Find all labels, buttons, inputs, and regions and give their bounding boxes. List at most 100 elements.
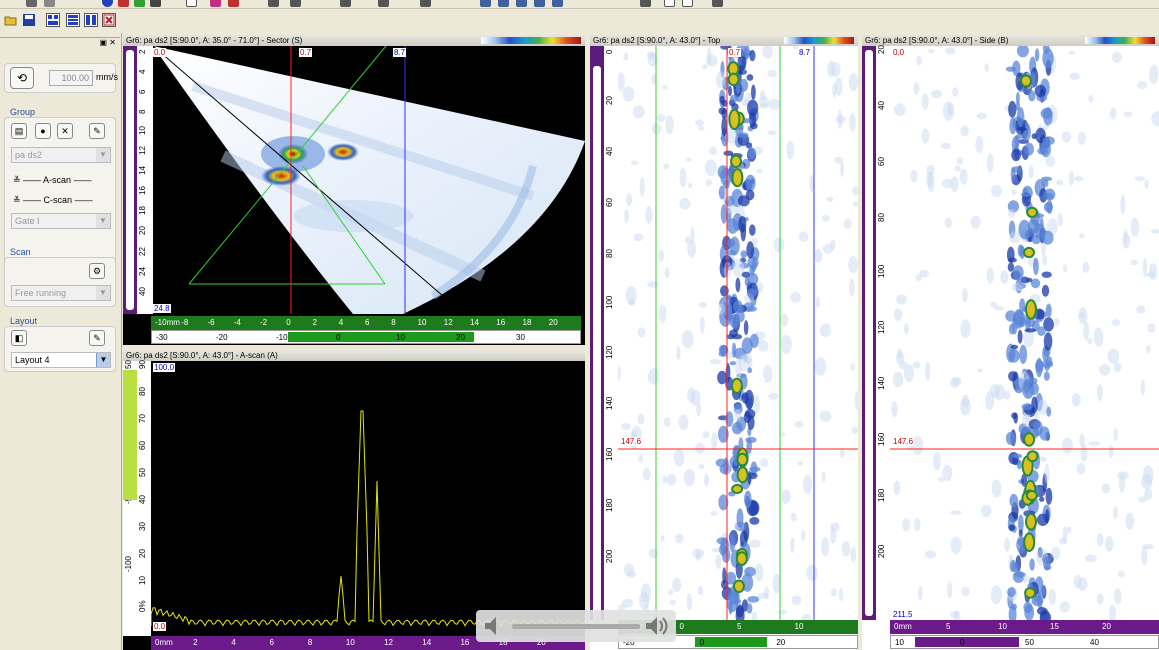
gate-select[interactable]: Gate I ▼ — [11, 213, 111, 229]
signal-speckle — [1073, 176, 1084, 182]
signal-speckle — [913, 82, 920, 95]
signal-speckle — [1036, 513, 1049, 526]
signal-speckle — [926, 171, 933, 187]
signal-speckle — [756, 168, 763, 174]
speaker-loud-icon[interactable] — [644, 614, 670, 638]
scan-range-bar[interactable] — [288, 332, 474, 342]
signal-speckle — [1113, 427, 1118, 442]
group-view-button[interactable]: ▤ — [11, 123, 27, 139]
group-select[interactable]: pa ds2 ▼ — [11, 147, 111, 163]
toolbar-tool-icon[interactable] — [712, 0, 723, 7]
layout-rows-icon[interactable] — [66, 13, 80, 27]
toolbar-tool-icon[interactable] — [290, 0, 301, 7]
ruler-slider[interactable] — [593, 66, 601, 626]
side-scan-ruler[interactable] — [862, 46, 876, 620]
signal-speckle — [1043, 371, 1050, 381]
side-view[interactable]: Gr6: pa ds2 [S:90.0°, A: 43.0°] - Side (… — [862, 35, 1159, 650]
layout-select[interactable]: Layout 4 ▼ — [11, 352, 111, 368]
toolbar-tool-icon[interactable] — [498, 0, 509, 7]
scan-settings-button[interactable]: ⚙ — [89, 263, 105, 279]
sector-depth-ruler[interactable] — [123, 46, 137, 314]
tick-label: -8 — [181, 318, 189, 327]
toolbar-tool-icon[interactable] — [186, 0, 197, 7]
toolbar-tool-icon[interactable] — [340, 0, 351, 7]
signal-speckle — [800, 530, 806, 541]
layout-back-button[interactable]: ◧ — [11, 330, 27, 346]
signal-speckle — [1134, 176, 1146, 182]
layout-grid-icon[interactable] — [46, 13, 60, 27]
save-icon[interactable] — [22, 13, 36, 27]
signal-speckle — [1077, 131, 1086, 145]
signal-speckle — [751, 84, 756, 100]
tick-label: 16 — [460, 638, 470, 647]
signal-speckle — [735, 310, 745, 323]
signal-speckle — [648, 548, 659, 559]
toolbar-tool-icon[interactable] — [134, 0, 145, 7]
toolbar-tool-icon[interactable] — [228, 0, 239, 7]
signal-speckle — [851, 426, 858, 435]
top-view[interactable]: Gr6: pa ds2 [S:90.0°, A: 43.0°] - Top 0 2… — [590, 35, 858, 650]
range-bar[interactable] — [915, 637, 1019, 647]
open-icon[interactable] — [4, 13, 18, 27]
toolbar-tool-icon[interactable] — [480, 0, 491, 7]
toolbar-tool-icon[interactable] — [118, 0, 129, 7]
tick-label: 160 — [877, 432, 886, 446]
toolbar-tool-icon[interactable] — [26, 0, 37, 7]
signal-speckle — [663, 163, 670, 170]
side-depth-ruler[interactable]: 0mm 5 10 15 20 — [890, 620, 1159, 634]
ascan-gain-bar[interactable] — [123, 370, 137, 500]
group-delete-button[interactable]: ✕ — [57, 123, 73, 139]
toolbar-tool-icon[interactable] — [378, 0, 389, 7]
signal-speckle — [1044, 362, 1050, 372]
sector-cursor-red-label: 0.7 — [299, 48, 313, 57]
toolbar-tool-icon[interactable] — [150, 0, 161, 7]
group-add-button[interactable]: ● — [35, 123, 51, 139]
group-settings-button[interactable]: ✎ — [89, 123, 105, 139]
toolbar-tool-icon[interactable] — [516, 0, 527, 7]
range-bar[interactable] — [695, 637, 767, 647]
indication-marker — [1024, 587, 1037, 599]
toolbar-tool-icon[interactable] — [102, 0, 113, 7]
speed-input[interactable]: 100.00 — [49, 70, 93, 86]
toolbar-tool-icon[interactable] — [682, 0, 693, 7]
signal-speckle — [1042, 48, 1054, 69]
toolbar-tool-icon[interactable] — [420, 0, 431, 7]
signal-speckle — [637, 413, 645, 425]
toolbar-tool-icon[interactable] — [552, 0, 563, 7]
signal-speckle — [1142, 258, 1148, 277]
tick-label: 60 — [877, 157, 886, 166]
signal-speckle — [970, 215, 981, 229]
rewind-button[interactable]: ⟲ — [10, 67, 34, 89]
close-layout-icon[interactable] — [102, 13, 116, 27]
signal-speckle — [1010, 344, 1019, 350]
speaker-icon[interactable] — [482, 614, 508, 638]
sector-index-ruler[interactable]: -10mm -8 -6 -4 -2 0 2 4 6 8 10 12 14 16 18 20 — [151, 316, 581, 330]
toolbar-tool-icon[interactable] — [664, 0, 675, 7]
ruler-slider[interactable] — [126, 50, 134, 310]
toolbar-tool-icon[interactable] — [268, 0, 279, 7]
layout-cols-icon[interactable] — [84, 13, 98, 27]
signal-speckle — [809, 174, 814, 193]
chevron-down-icon: ▼ — [96, 286, 110, 300]
signal-speckle — [1009, 117, 1017, 135]
signal-speckle — [1080, 444, 1088, 462]
scan-mode-select[interactable]: Free running ▼ — [11, 285, 111, 301]
sector-view[interactable]: Gr6: pa ds2 [S:90.0°, A: 35.0° - 71.0°] … — [123, 35, 585, 345]
signal-speckle — [841, 541, 851, 557]
ascan-view[interactable]: Gr6: pa ds2 [S:90.0°, A: 43.0°] - A-scan… — [123, 350, 585, 650]
tick-label: 20 — [456, 333, 465, 342]
toolbar-tool-icon[interactable] — [210, 0, 221, 7]
top-scan-ruler[interactable] — [590, 46, 604, 626]
signal-speckle — [661, 85, 668, 90]
toolbar-tool-icon[interactable] — [534, 0, 545, 7]
signal-speckle — [1114, 588, 1122, 605]
sector-image — [153, 46, 585, 314]
panel-close-icon[interactable]: ▣ ✕ — [100, 38, 116, 47]
signal-speckle — [663, 417, 671, 427]
toolbar-tool-icon[interactable] — [44, 0, 55, 7]
layout-edit-button[interactable]: ✎ — [89, 330, 105, 346]
signal-speckle — [623, 52, 629, 61]
volume-slider[interactable] — [512, 624, 640, 629]
ruler-slider[interactable] — [865, 50, 873, 616]
toolbar-tool-icon[interactable] — [640, 0, 651, 7]
